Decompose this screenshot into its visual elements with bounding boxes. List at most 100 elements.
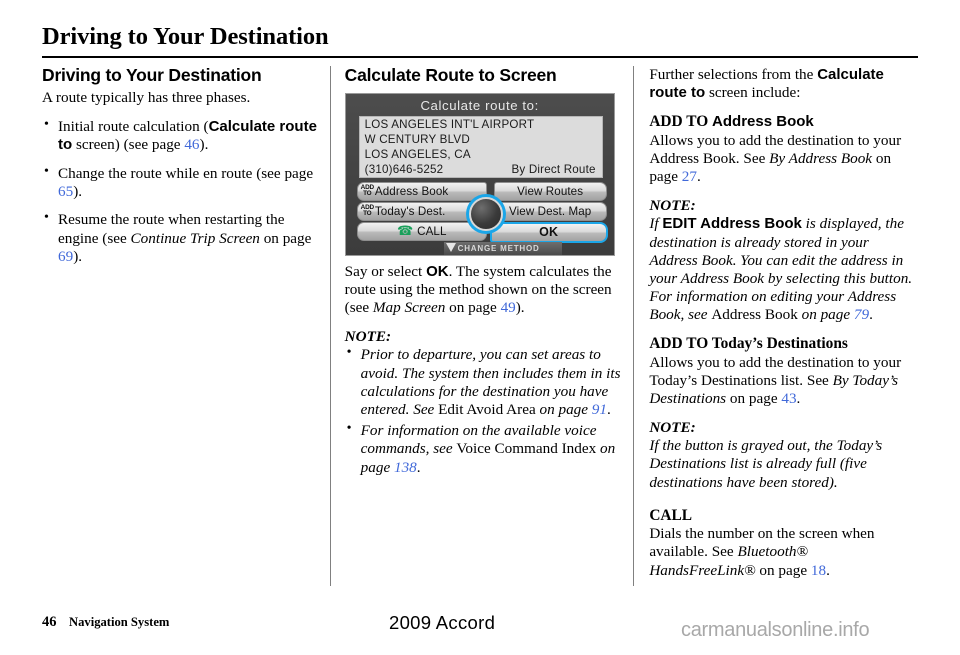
note-text-roman: Voice Command Index bbox=[456, 440, 597, 458]
nav-button-label: View Dest. Map bbox=[508, 204, 592, 218]
footer-section-name: Navigation System bbox=[69, 615, 170, 629]
bullet-text-pre: Initial route calculation ( bbox=[58, 117, 209, 135]
mid-body-paragraph: Say or select OK. The system calculates … bbox=[345, 263, 626, 317]
page-title: Driving to Your Destination bbox=[42, 23, 329, 50]
page-ref: 138 bbox=[393, 458, 417, 476]
page-ref: 18 bbox=[810, 561, 827, 579]
list-item: Change the route while en route (see pag… bbox=[42, 164, 322, 202]
nav-button-call[interactable]: ☎ CALL bbox=[356, 221, 487, 241]
bullet-text-italic: Continue Trip Screen bbox=[130, 229, 260, 247]
note-text-italic: on page bbox=[535, 401, 592, 419]
column-divider-2 bbox=[633, 66, 634, 586]
page-ref: 49 bbox=[500, 298, 516, 316]
page-ref: 65 bbox=[58, 182, 74, 200]
footer-page-number: 46 bbox=[42, 614, 57, 630]
change-method-bar[interactable]: CHANGE METHOD bbox=[443, 241, 562, 255]
page-ref: 43 bbox=[781, 390, 797, 407]
nav-button-add-to-address-book[interactable]: ADD TO Address Book bbox=[356, 181, 487, 201]
right-section1-heading: ADD TO Address Book bbox=[649, 113, 918, 131]
list-item: Initial route calculation (Calculate rou… bbox=[42, 117, 322, 155]
right-section2-note-body: If the button is grayed out, the Today’s… bbox=[649, 437, 883, 491]
add-to-prefix-icon: ADD TO bbox=[360, 184, 374, 198]
note-text-roman: Edit Avoid Area bbox=[438, 401, 536, 419]
right-section2-heading: ADD TO Today’s Destinations bbox=[649, 335, 848, 353]
list-item: Prior to departure, you can set areas to… bbox=[345, 345, 626, 420]
body-text: ). bbox=[515, 298, 525, 316]
site-watermark: carmanualsonline.info bbox=[681, 619, 870, 641]
column-divider-1 bbox=[330, 66, 331, 586]
list-item: Resume the route when restarting the eng… bbox=[42, 210, 322, 266]
bullet-text-pre: Change the route while en route (see pag… bbox=[58, 164, 314, 182]
body-text: screen include: bbox=[705, 84, 801, 102]
mid-heading: Calculate Route to Screen bbox=[344, 65, 557, 85]
left-intro: A route typically has three phases. bbox=[42, 88, 251, 106]
bullet-text-post: ). bbox=[199, 136, 209, 154]
bullet-text-mid: on page bbox=[259, 229, 312, 247]
page-ref: 79 bbox=[853, 306, 870, 324]
destination-info-panel: LOS ANGELES INT'L AIRPORT W CENTURY BLVD… bbox=[358, 115, 603, 178]
nav-button-label: CALL bbox=[417, 224, 447, 238]
nav-button-view-routes[interactable]: View Routes bbox=[493, 181, 607, 201]
heading-sans-text: Address Book bbox=[712, 113, 814, 131]
destination-line-2: W CENTURY BLVD bbox=[364, 132, 470, 146]
body-text: Further selections from the bbox=[649, 66, 818, 83]
footer-model-year: 2009 Accord bbox=[389, 612, 496, 633]
mid-note-bullets: Prior to departure, you can set areas to… bbox=[345, 345, 626, 477]
bullet-text-post: ). bbox=[73, 248, 83, 266]
body-text: . bbox=[796, 390, 801, 407]
nav-button-label: View Routes bbox=[517, 184, 584, 198]
cross-ref-title: By Address Book bbox=[769, 149, 873, 167]
body-text: . bbox=[696, 168, 701, 186]
right-section1-note-label: NOTE: bbox=[649, 197, 696, 215]
body-text: . bbox=[826, 561, 830, 579]
note-text-end: . bbox=[416, 458, 421, 476]
nav-screen-title: Calculate route to: bbox=[420, 97, 539, 113]
page-header: Driving to Your Destination bbox=[42, 23, 918, 58]
chevron-down-icon bbox=[445, 242, 456, 252]
note-text: If bbox=[649, 215, 663, 233]
destination-line-3: LOS ANGELES, CA bbox=[364, 147, 471, 161]
body-text: on page bbox=[445, 298, 501, 316]
add-to-prefix-icon: ADD TO bbox=[360, 204, 374, 218]
body-text: on page bbox=[726, 390, 782, 407]
middle-column: Calculate Route to Screen Calculate rout… bbox=[344, 65, 626, 586]
heading-text: ADD TO bbox=[649, 113, 713, 131]
route-method-label: By Direct Route bbox=[511, 162, 596, 176]
cross-ref-title: Map Screen bbox=[372, 298, 446, 316]
right-section3-body: Dials the number on the screen when avai… bbox=[649, 525, 918, 579]
phone-icon: ☎ bbox=[396, 223, 414, 239]
right-column: Further selections from the Calculate ro… bbox=[649, 66, 918, 586]
right-intro: Further selections from the Calculate ro… bbox=[649, 66, 918, 102]
note-text-roman: Address Book bbox=[711, 306, 798, 324]
page-ref: 46 bbox=[184, 136, 200, 154]
note-text-end: . bbox=[606, 401, 611, 419]
left-column: Driving to Your Destination A route typi… bbox=[42, 65, 322, 586]
right-section1-body: Allows you to add the destination to you… bbox=[649, 132, 918, 186]
nav-button-label: Today's Dest. bbox=[374, 204, 446, 218]
page-ref: 69 bbox=[58, 248, 74, 266]
right-section2-body: Allows you to add the destination to you… bbox=[649, 354, 918, 408]
body-text: Say or select bbox=[344, 262, 427, 280]
navigation-screen-figure: Calculate route to: LOS ANGELES INT'L AI… bbox=[344, 92, 615, 256]
right-section3-heading: CALL bbox=[649, 506, 693, 524]
page-ref: 91 bbox=[591, 401, 607, 419]
nav-button-label: Address Book bbox=[374, 184, 449, 198]
list-item: For information on the available voice c… bbox=[345, 421, 626, 477]
interface-dial-icon[interactable] bbox=[465, 193, 506, 234]
destination-phone: (310)646-5252 bbox=[364, 162, 444, 176]
mid-note-label: NOTE: bbox=[344, 328, 392, 346]
nav-button-ok[interactable]: OK bbox=[489, 221, 608, 243]
right-section2-note-label: NOTE: bbox=[649, 419, 696, 437]
header-rule bbox=[42, 55, 918, 58]
page-ref: 27 bbox=[681, 168, 697, 186]
destination-line-1: LOS ANGELES INT'L AIRPORT bbox=[364, 117, 535, 131]
content-columns: Driving to Your Destination A route typi… bbox=[42, 65, 918, 586]
nav-button-view-dest-map[interactable]: View Dest. Map bbox=[493, 201, 607, 221]
